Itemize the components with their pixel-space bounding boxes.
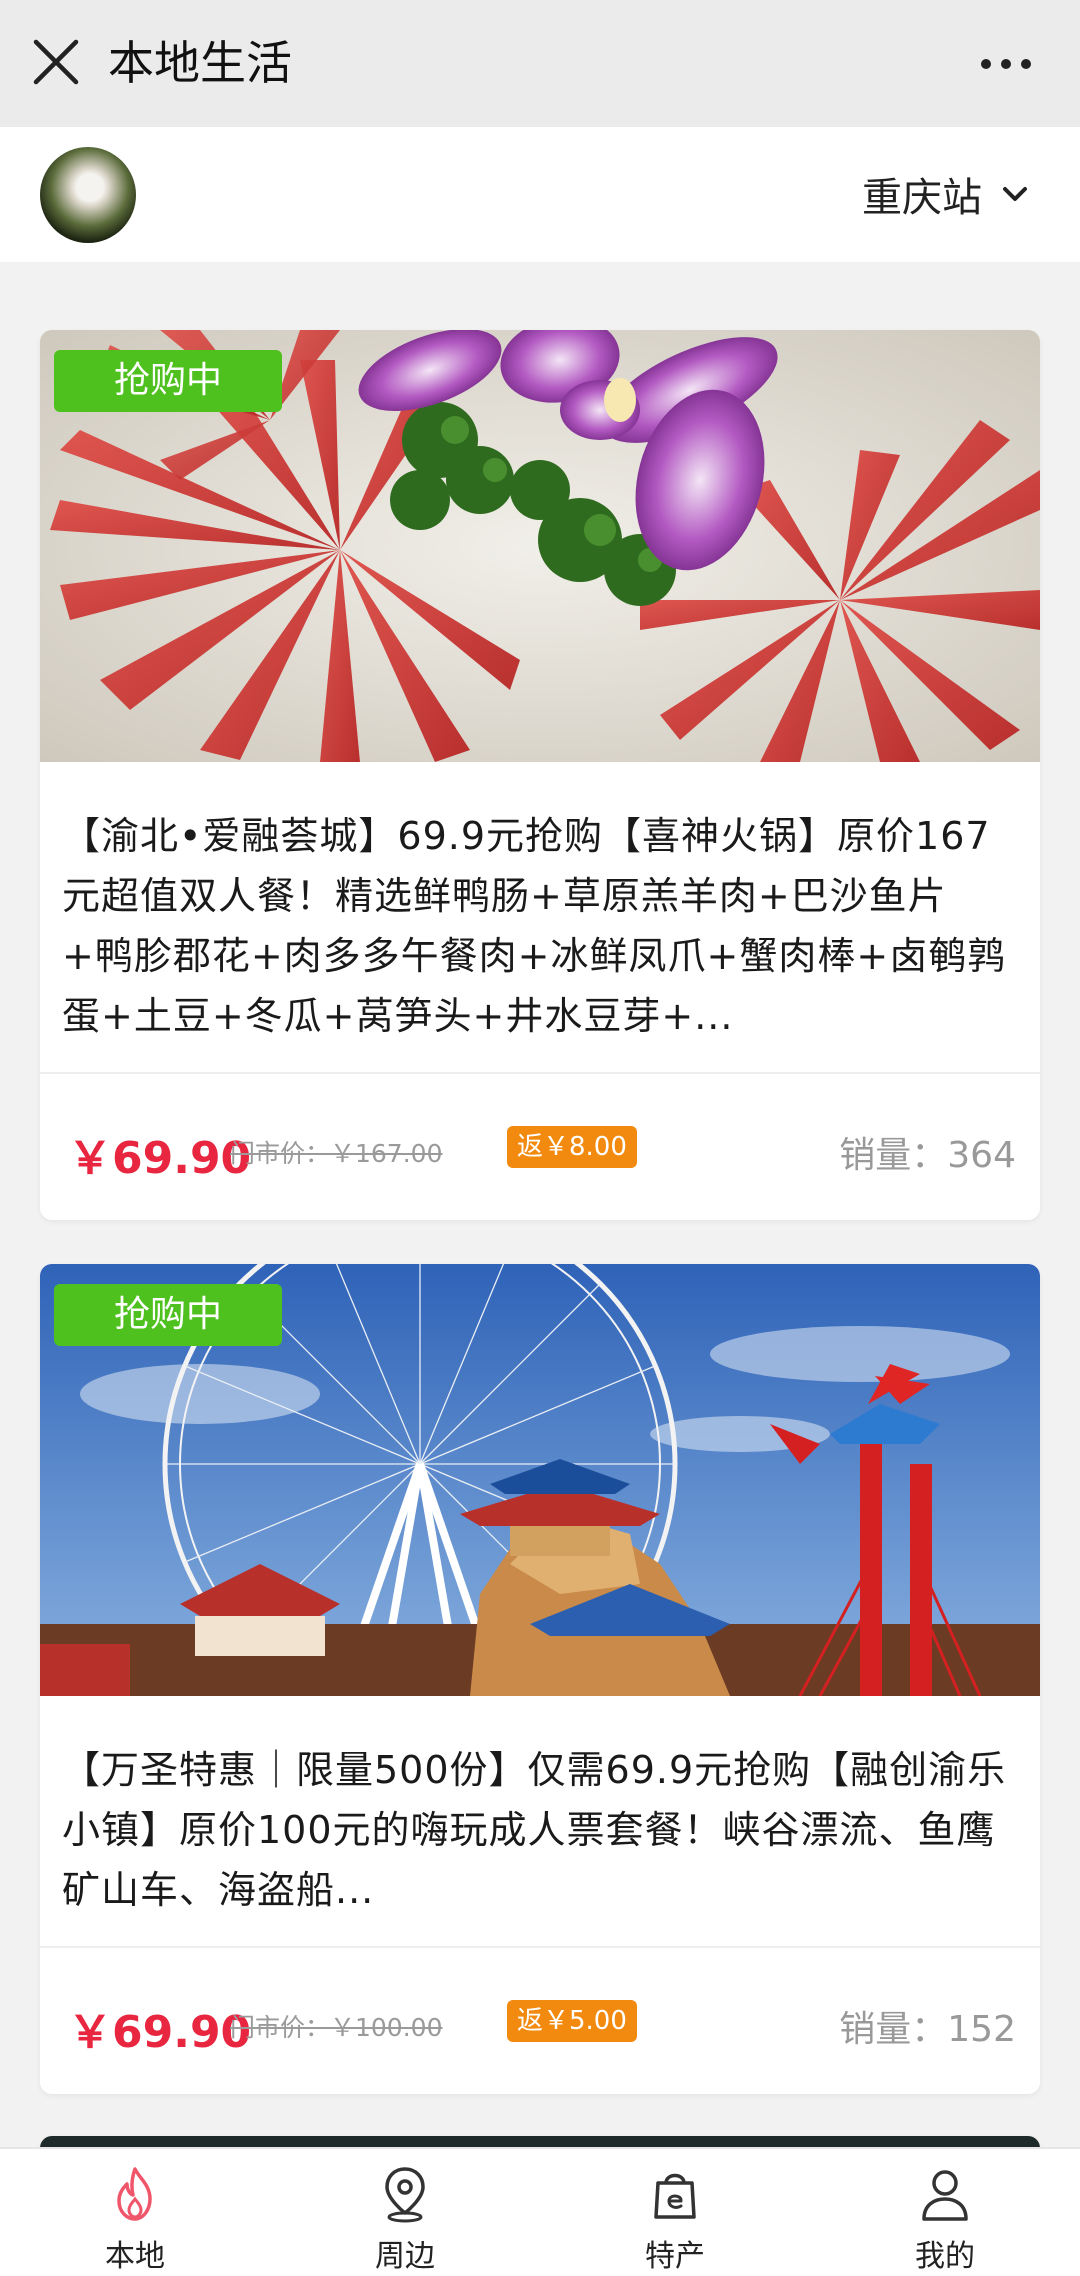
flame-icon — [117, 2167, 152, 2221]
rebate-badge: 返￥5.00 — [507, 2000, 637, 2042]
rebate-badge: 返￥8.00 — [507, 1126, 637, 1168]
deal-price-row: ￥69.90 门市价：￥167.00 返￥8.00 销量：364 — [40, 1074, 1040, 1220]
tab-nearby[interactable]: 周边 — [270, 2149, 540, 2276]
more-options-icon[interactable] — [978, 44, 1034, 84]
deal-card[interactable]: 抢购中 【万圣特惠｜限量500份】仅需69.9元抢购【融创渝乐小镇】原价100元… — [40, 1264, 1040, 2094]
tab-label: 本地 — [105, 2239, 165, 2274]
original-price: 门市价：￥100.00 — [230, 2013, 443, 2042]
location-header: 重庆站 — [0, 127, 1080, 262]
sales-count: 销量：364 — [839, 1135, 1016, 1176]
deal-card[interactable]: 抢购中 【渝北•爱融荟城】69.9元抢购【喜神火锅】原价167元超值双人餐！精选… — [40, 330, 1040, 1220]
bottom-tab-bar: 本地 周边 特产 我的 — [0, 2147, 1080, 2276]
page-title: 本地生活 — [108, 36, 292, 90]
tab-label: 特产 — [645, 2239, 705, 2274]
original-price: 门市价：￥167.00 — [230, 1139, 443, 1168]
sales-count: 销量：152 — [839, 2009, 1016, 2050]
status-badge: 抢购中 — [54, 350, 282, 412]
deal-image-amusement-park: 抢购中 — [40, 1264, 1040, 1696]
tab-mine[interactable]: 我的 — [810, 2149, 1080, 2276]
location-pin-icon — [385, 2167, 425, 2223]
deal-price-row: ￥69.90 门市价：￥100.00 返￥5.00 销量：152 — [40, 1948, 1040, 2094]
close-icon[interactable] — [30, 36, 82, 88]
deal-description: 【渝北•爱融荟城】69.9元抢购【喜神火锅】原价167元超值双人餐！精选鲜鸭肠+… — [62, 814, 1007, 1038]
tab-local[interactable]: 本地 — [0, 2149, 270, 2276]
shopping-bag-icon — [654, 2173, 696, 2219]
status-badge: 抢购中 — [54, 1284, 282, 1346]
tab-specialty[interactable]: 特产 — [540, 2149, 810, 2276]
deal-description: 【万圣特惠｜限量500份】仅需69.9元抢购【融创渝乐小镇】原价100元的嗨玩成… — [62, 1748, 1007, 1912]
deal-image-hotpot: 抢购中 — [40, 330, 1040, 762]
tab-label: 周边 — [375, 2239, 435, 2274]
avatar[interactable] — [40, 147, 136, 243]
city-label: 重庆站 — [862, 175, 982, 221]
city-selector[interactable]: 重庆站 — [862, 165, 1030, 223]
chevron-down-icon — [1003, 187, 1027, 201]
title-bar: 本地生活 — [0, 0, 1080, 127]
tab-label: 我的 — [915, 2239, 975, 2274]
deal-price: ￥69.90 — [68, 2007, 252, 2058]
deal-price: ￥69.90 — [68, 1133, 252, 1184]
user-icon — [922, 2170, 968, 2221]
